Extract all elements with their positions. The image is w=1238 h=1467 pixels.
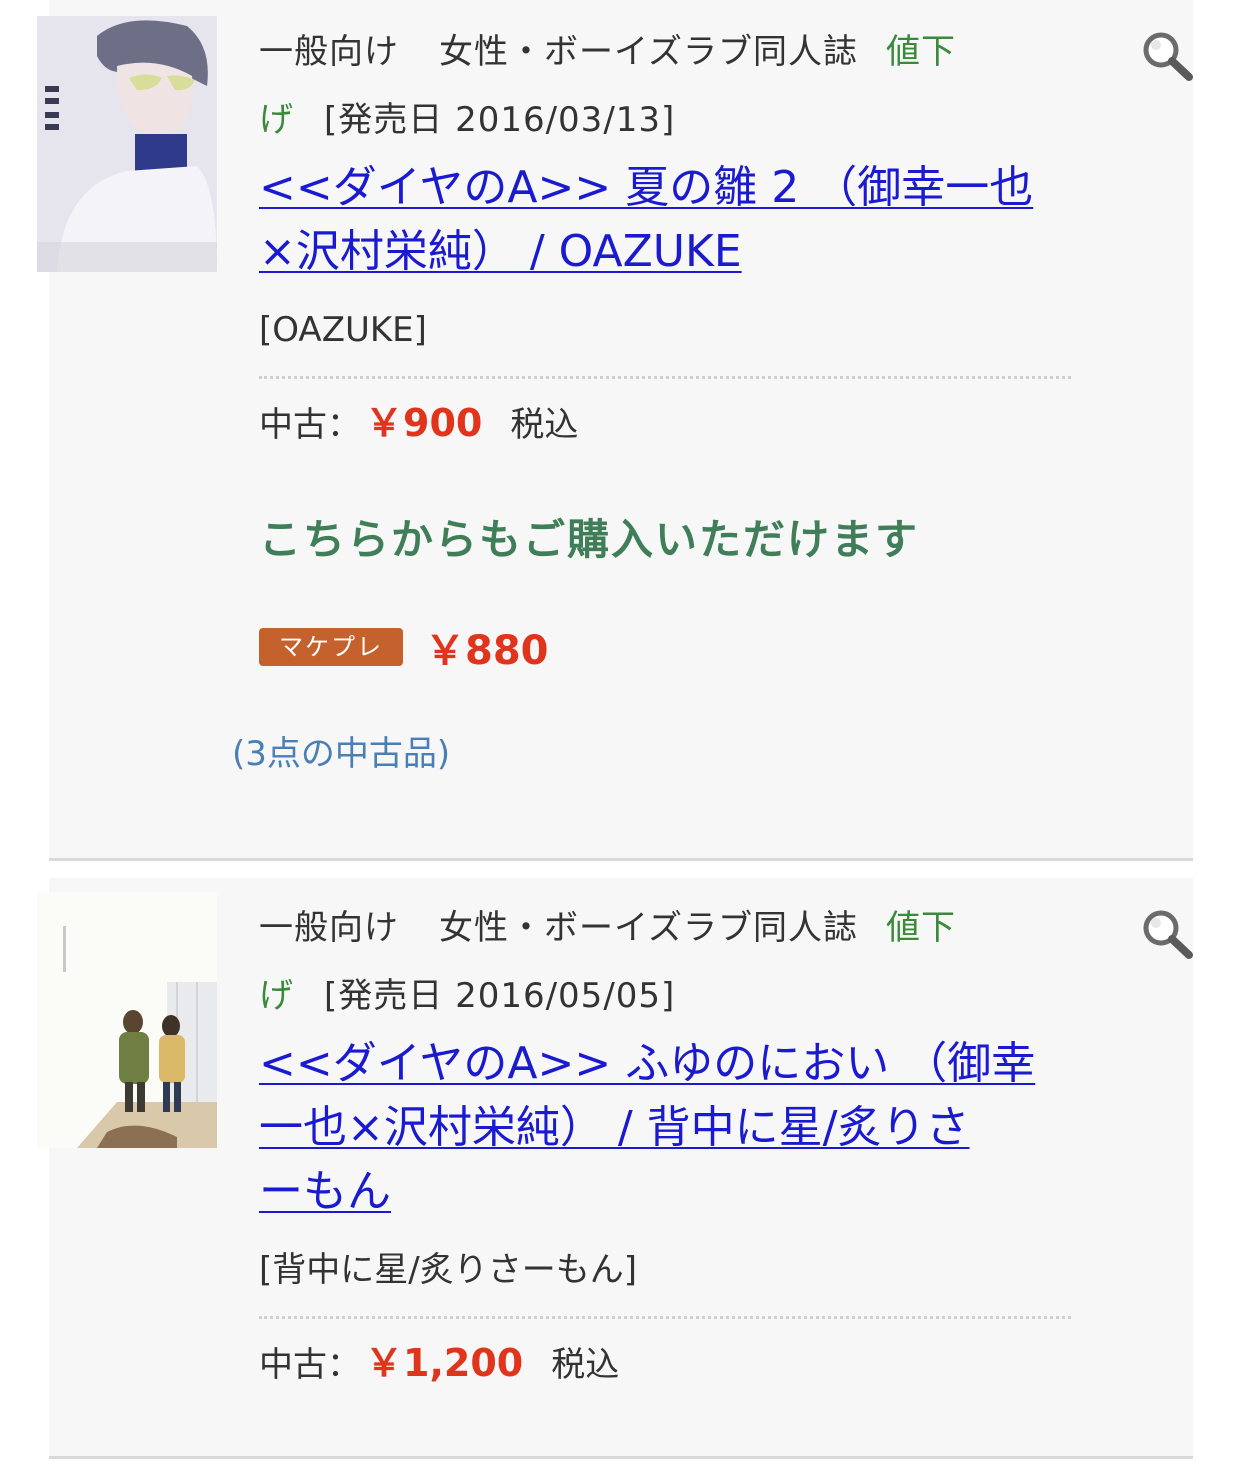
product-cover-image[interactable] (37, 892, 217, 1148)
title-line: ーもん (259, 1166, 391, 1217)
search-icon[interactable] (1141, 908, 1197, 960)
tax-label: 税込 (551, 1345, 620, 1385)
marketplace-badge[interactable]: マケプレ (259, 628, 403, 666)
price-down-label-cont: げ (259, 100, 294, 140)
price-down-label: 値下 (885, 908, 956, 948)
product-meta: 一般向け 女性・ボーイズラブ同人誌 値下 (259, 894, 1089, 962)
condition-label: 中古： (259, 405, 361, 445)
tax-label: 税込 (510, 405, 579, 445)
price-row: 中古： ￥900 税込 (259, 399, 1089, 449)
price-value: ￥900 (365, 401, 483, 445)
price-down-label-cont: げ (259, 976, 294, 1016)
release-date: [発売日 2016/03/13] (324, 100, 676, 140)
title-line: <<ダイヤのA>> ふゆのにおい （御幸 (259, 1038, 1036, 1089)
also-buy-heading: こちらからもご購入いただけます (259, 515, 920, 564)
marketplace-row[interactable]: マケプレ ￥880 (259, 618, 1089, 676)
product-list-item: 一般向け 女性・ボーイズラブ同人誌 値下 げ [発売日 2016/03/13] <<ダ… (37, 0, 1193, 861)
dotted-divider (259, 1316, 1071, 1319)
dotted-divider (259, 376, 1071, 379)
product-title-link[interactable]: <<ダイヤのA>> ふゆのにおい （御幸 一也×沢村栄純） / 背中に星/炙りさ… (259, 1032, 1089, 1224)
product-meta: 一般向け 女性・ボーイズラブ同人誌 値下 (259, 18, 1089, 86)
product-cover-image[interactable] (37, 16, 217, 272)
title-line: ×沢村栄純） / OAZUKE (259, 226, 742, 277)
price-row: 中古： ￥1,200 税込 (259, 1339, 1089, 1389)
release-date: [発売日 2016/05/05] (324, 976, 676, 1016)
book-cover-image (37, 16, 217, 272)
category-label: 一般向け (259, 908, 399, 948)
condition-label: 中古： (259, 1345, 361, 1385)
price-value: ￥1,200 (365, 1341, 524, 1385)
book-cover-image (37, 892, 217, 1148)
genre-label: 女性・ボーイズラブ同人誌 (439, 32, 858, 72)
category-label: 一般向け (259, 32, 399, 72)
used-count-link[interactable]: (3点の中古品) (232, 730, 450, 778)
product-list-item: 一般向け 女性・ボーイズラブ同人誌 値下 げ [発売日 2016/05/05] <<ダ… (37, 878, 1193, 1459)
title-line: 一也×沢村栄純） / 背中に星/炙りさ (259, 1102, 970, 1153)
circle-name: [OAZUKE] (259, 310, 427, 350)
search-icon[interactable] (1141, 30, 1197, 82)
title-line: <<ダイヤのA>> 夏の雛 2 （御幸一也 (259, 162, 1034, 213)
price-down-label: 値下 (885, 32, 956, 72)
product-meta-2: げ [発売日 2016/05/05] (259, 962, 1089, 1030)
marketplace-price[interactable]: ￥880 (425, 618, 549, 676)
circle-name: [背中に星/炙りさーもん] (259, 1250, 637, 1290)
genre-label: 女性・ボーイズラブ同人誌 (439, 908, 858, 948)
product-meta-2: げ [発売日 2016/03/13] (259, 86, 1089, 154)
product-info: 一般向け 女性・ボーイズラブ同人誌 値下 げ [発売日 2016/03/13] <<ダ… (259, 18, 1089, 676)
product-title-link[interactable]: <<ダイヤのA>> 夏の雛 2 （御幸一也 ×沢村栄純） / OAZUKE (259, 156, 1089, 284)
product-info: 一般向け 女性・ボーイズラブ同人誌 値下 げ [発売日 2016/05/05] <<ダ… (259, 894, 1089, 1389)
